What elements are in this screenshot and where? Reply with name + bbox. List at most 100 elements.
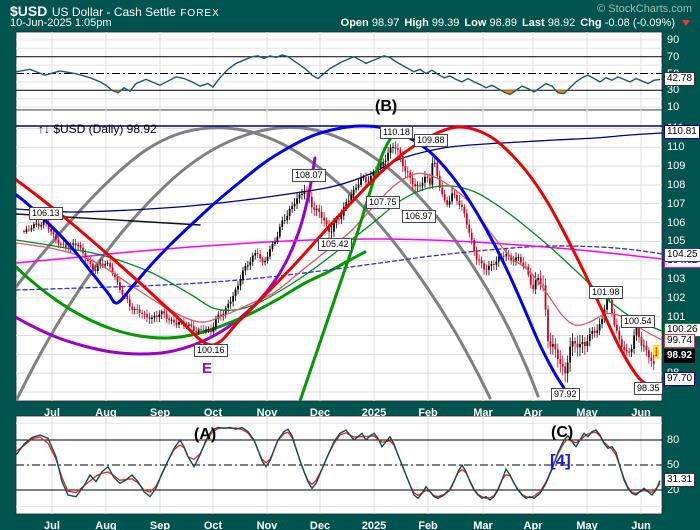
axis-tick-price: 109: [667, 160, 686, 173]
chart-datetime: 10-Jun-2025 1:05pm: [10, 17, 112, 29]
month-label: Feb: [418, 407, 438, 419]
high-value: 99.39: [431, 17, 460, 29]
candle: [325, 220, 328, 225]
axis-tick-price: 102: [667, 291, 686, 304]
candle: [451, 193, 453, 202]
candle: [655, 354, 658, 356]
price-callout: 105.42: [318, 238, 352, 251]
candle: [119, 282, 121, 290]
candle: [633, 335, 635, 349]
candle: [355, 187, 357, 190]
candle: [574, 341, 576, 344]
candle: [517, 257, 520, 258]
candle: [205, 329, 207, 332]
candle: [79, 244, 82, 248]
candle: [441, 187, 444, 195]
candle: [384, 160, 387, 163]
candle: [436, 162, 439, 176]
candle: [232, 296, 234, 302]
month-label: May: [576, 407, 598, 419]
candle: [190, 324, 193, 326]
candle: [60, 243, 62, 245]
candle: [333, 222, 335, 232]
candle: [446, 200, 449, 205]
candle: [89, 261, 92, 264]
candle: [643, 345, 645, 347]
candle: [251, 255, 254, 262]
candle: [242, 270, 244, 280]
candle: [158, 314, 161, 318]
candle: [246, 265, 249, 267]
copyright-link[interactable]: © StockCharts.com: [597, 3, 692, 15]
candle: [283, 220, 286, 222]
candle: [357, 184, 360, 188]
candle: [37, 223, 40, 227]
open-value: 98.97: [371, 17, 400, 29]
candle: [121, 289, 124, 295]
candle: [593, 330, 596, 333]
candle: [244, 265, 247, 271]
candle: [195, 330, 198, 332]
candle: [212, 327, 215, 333]
candle: [583, 341, 586, 347]
candle: [458, 200, 461, 205]
candle: [28, 229, 30, 231]
candle: [249, 261, 252, 266]
candle: [160, 311, 163, 315]
axis-tick-price: 107: [667, 197, 686, 210]
axis-tick-rsi: 70: [667, 50, 680, 63]
wave-annotation: (C): [551, 424, 574, 441]
candle: [229, 301, 232, 304]
candle: [197, 329, 200, 332]
candle: [50, 228, 52, 232]
candle: [544, 285, 547, 310]
axis-value-box: 98.92: [664, 349, 696, 363]
month-label: 2025: [361, 407, 387, 419]
candle: [274, 242, 276, 244]
month-label: 2025: [361, 520, 387, 530]
month-label: Nov: [256, 520, 278, 530]
candle: [586, 340, 589, 347]
candle: [25, 229, 28, 232]
wave-annotation: (A): [194, 426, 217, 443]
candle: [173, 319, 175, 323]
candle: [443, 194, 446, 201]
candle: [264, 260, 266, 263]
candle: [74, 243, 77, 246]
candle: [64, 243, 67, 248]
candle: [537, 278, 540, 281]
change-down-arrow-icon[interactable]: [682, 20, 690, 26]
month-label: Apr: [523, 520, 543, 530]
candle: [168, 318, 171, 321]
candle: [330, 231, 333, 233]
month-label: Aug: [95, 520, 117, 530]
chg-value: -0.08 (-0.09%): [604, 17, 675, 29]
candle: [620, 339, 623, 348]
candle: [534, 280, 537, 290]
candle: [483, 263, 485, 270]
candle: [96, 265, 99, 271]
axis-tick-price: 105: [667, 235, 686, 248]
candle: [227, 303, 230, 308]
low-value: 98.89: [489, 17, 518, 29]
candle: [77, 244, 80, 246]
ohlc-readout: Open 98.97 High 99.39 Low 98.89 Last 98.…: [341, 17, 690, 29]
price-callout: 97.92: [551, 388, 580, 401]
candle: [362, 177, 365, 179]
candle: [30, 228, 33, 230]
candle: [502, 255, 505, 257]
candle: [350, 195, 353, 201]
candle: [559, 359, 562, 364]
axis-value-box: 104.25: [664, 248, 700, 262]
candle: [239, 279, 242, 286]
candle: [615, 324, 618, 331]
month-label: Mar: [473, 520, 493, 530]
candle: [623, 347, 626, 350]
candle: [406, 171, 409, 173]
candle: [298, 194, 301, 199]
candle: [429, 177, 431, 185]
candle: [414, 184, 417, 187]
candle: [237, 285, 239, 290]
candle: [424, 176, 426, 183]
candle: [547, 309, 549, 342]
